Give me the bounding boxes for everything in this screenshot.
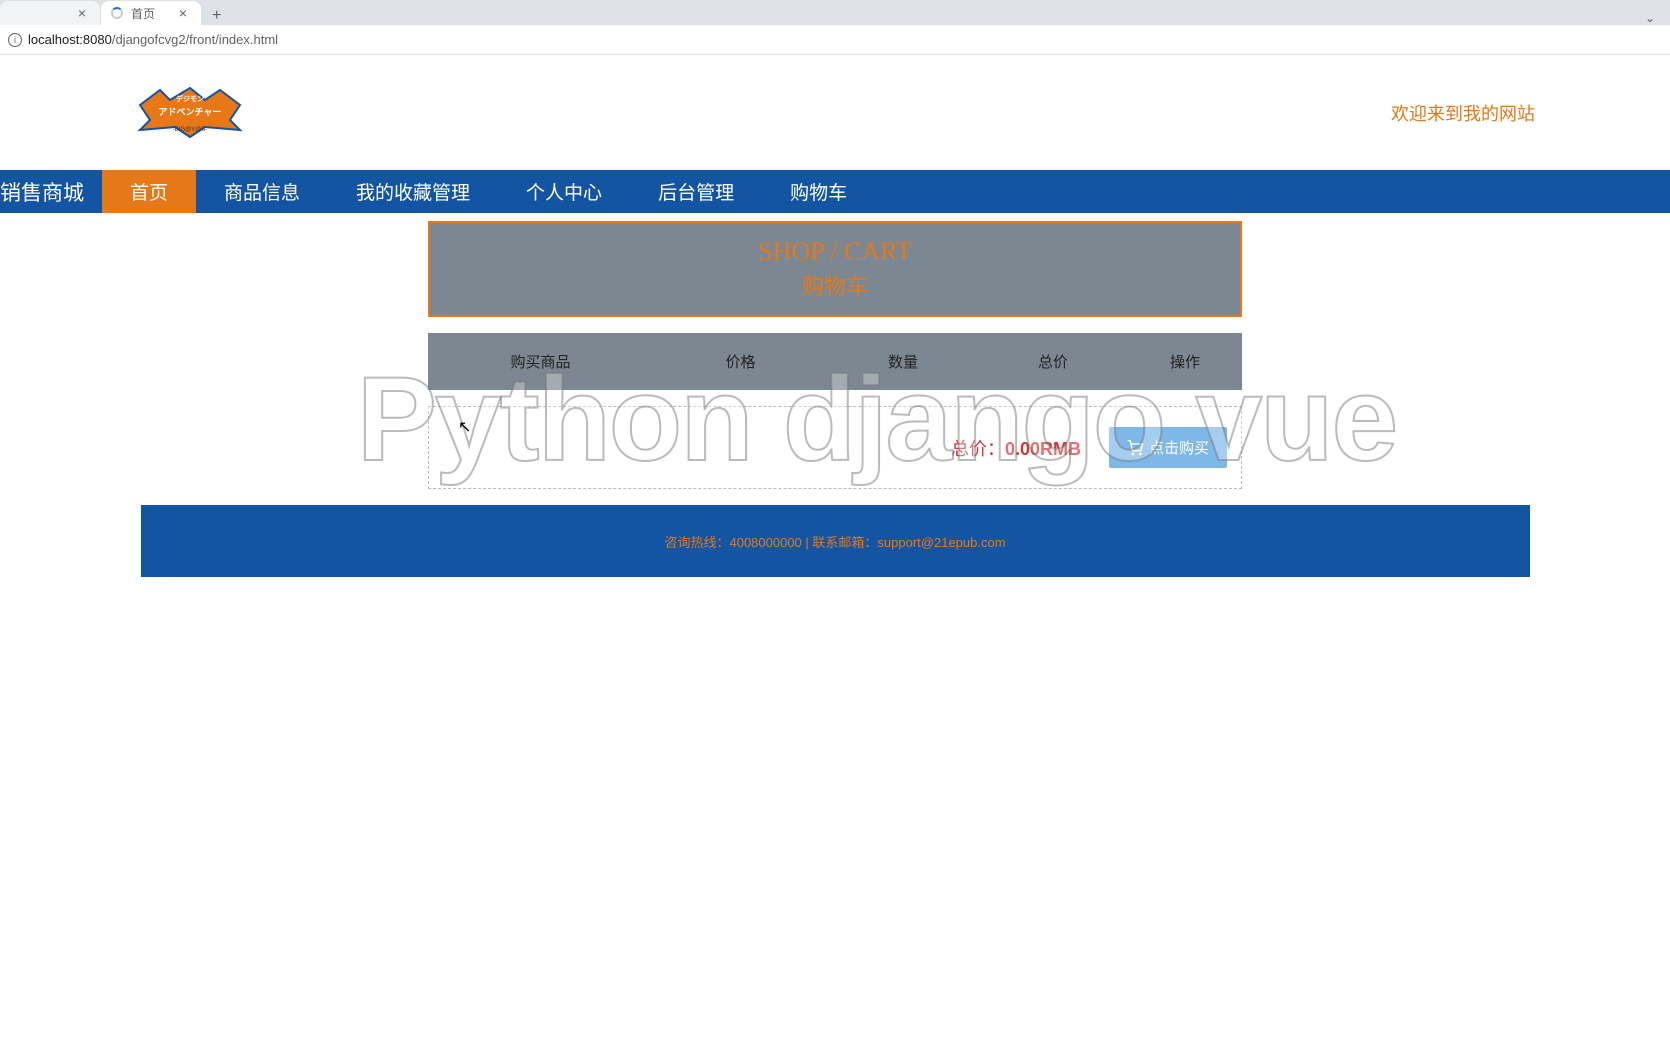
total-price-label: 总价：0.00RMB (951, 435, 1081, 461)
page-header: デジモン アドベンチャー -BIG@Y@S- 欢迎来到我的网站 (0, 55, 1670, 170)
footer-text: 咨询热线：4008000000 | 联系邮箱：support@21epub.co… (664, 532, 1005, 551)
cart-title-cn: 购物车 (430, 269, 1240, 301)
col-header-subtotal: 总价 (978, 351, 1128, 372)
svg-text:デジモン: デジモン (176, 94, 204, 103)
nav-item-cart[interactable]: 购物车 (762, 170, 875, 213)
new-tab-button[interactable]: + (202, 7, 231, 25)
chevron-down-icon[interactable]: ⌄ (1630, 11, 1670, 25)
browser-tab-active[interactable]: 首页 × (101, 1, 201, 25)
address-bar[interactable]: i localhost:8080/djangofcvg2/front/index… (0, 25, 1670, 55)
col-header-price: 价格 (653, 351, 828, 372)
svg-text:-BIG@Y@S-: -BIG@Y@S- (173, 127, 208, 133)
nav-item-admin[interactable]: 后台管理 (630, 170, 762, 213)
site-logo[interactable]: デジモン アドベンチャー -BIG@Y@S- (135, 85, 245, 140)
cart-table-header: 购买商品 价格 数量 总价 操作 (428, 333, 1242, 390)
cart-summary-row: 总价：0.00RMB 点击购买 (428, 406, 1242, 489)
nav-item-home[interactable]: 首页 (102, 170, 196, 213)
page-footer: 咨询热线：4008000000 | 联系邮箱：support@21epub.co… (141, 505, 1530, 577)
total-price-value: 0.00RMB (1005, 439, 1081, 459)
site-info-icon[interactable]: i (8, 33, 22, 47)
nav-item-favorites[interactable]: 我的收藏管理 (328, 170, 498, 213)
col-header-product: 购买商品 (428, 351, 653, 372)
url-host: localhost:8080 (28, 32, 112, 47)
logo-icon: デジモン アドベンチャー -BIG@Y@S- (135, 85, 245, 140)
col-header-action: 操作 (1128, 351, 1242, 372)
tab-title: 首页 (131, 5, 155, 22)
svg-text:アドベンチャー: アドベンチャー (159, 107, 222, 117)
close-icon[interactable]: × (175, 5, 191, 21)
nav-brand: 销售商城 (0, 170, 102, 213)
cart-icon (1127, 440, 1143, 456)
col-header-quantity: 数量 (828, 351, 978, 372)
cart-title-en: SHOP / CART (430, 237, 1240, 267)
loading-spinner-icon (111, 7, 123, 19)
url-path: /djangofcvg2/front/index.html (112, 32, 278, 47)
close-icon[interactable]: × (74, 5, 90, 21)
main-nav: 销售商城 首页 商品信息 我的收藏管理 个人中心 后台管理 购物车 (0, 170, 1670, 213)
checkout-button[interactable]: 点击购买 (1109, 427, 1227, 468)
nav-item-products[interactable]: 商品信息 (196, 170, 328, 213)
welcome-text: 欢迎来到我的网站 (1391, 100, 1535, 126)
content-area: SHOP / CART 购物车 购买商品 价格 数量 总价 操作 总价：0.00… (0, 213, 1670, 577)
checkout-button-label: 点击购买 (1149, 437, 1209, 458)
browser-tab-inactive[interactable]: × (0, 1, 100, 25)
browser-tab-strip: × 首页 × + ⌄ (0, 0, 1670, 25)
nav-item-profile[interactable]: 个人中心 (498, 170, 630, 213)
cart-title-panel: SHOP / CART 购物车 (428, 221, 1242, 317)
